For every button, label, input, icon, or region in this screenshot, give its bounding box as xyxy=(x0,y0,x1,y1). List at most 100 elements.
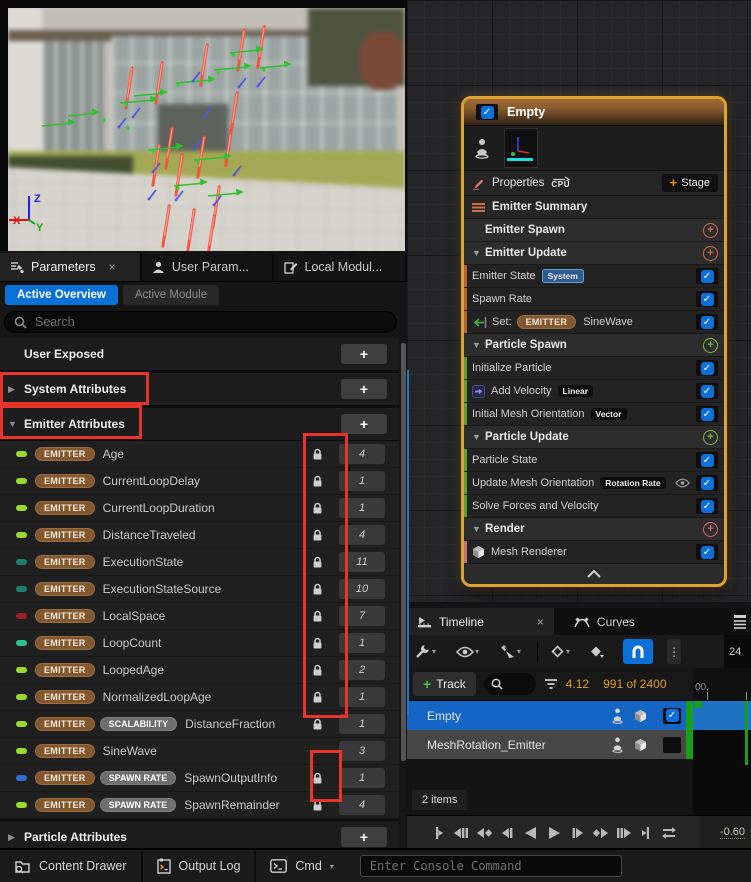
output-log-button[interactable]: Output Log xyxy=(143,850,255,882)
module-row-set-[interactable]: Set: EMITTERSineWave✓ xyxy=(464,311,724,334)
module-enabled-checkbox[interactable]: ✓ xyxy=(696,291,718,307)
parameter-row-localspace[interactable]: EMITTERLocalSpace7 xyxy=(0,603,399,630)
stage-group-emitter-spawn[interactable]: Emitter Spawn+ xyxy=(464,219,724,242)
expander-icon[interactable]: ▼ xyxy=(472,248,485,258)
search-input[interactable]: Search xyxy=(4,311,397,333)
close-icon[interactable]: × xyxy=(537,615,544,629)
timeline-lanes[interactable] xyxy=(693,701,751,815)
module-enabled-checkbox[interactable]: ✓ xyxy=(696,314,718,330)
parameter-row-distancetraveled[interactable]: EMITTERDistanceTraveled4 xyxy=(0,522,399,549)
track-enabled-checkbox[interactable] xyxy=(663,737,681,753)
add-module-button[interactable]: + xyxy=(703,522,718,537)
add-parameter-button[interactable]: + xyxy=(341,344,387,364)
expander-icon[interactable]: ▼ xyxy=(472,340,485,350)
transport-to-start-button[interactable] xyxy=(430,826,448,840)
parameter-row-age[interactable]: EMITTERAge4 xyxy=(0,441,399,468)
add-module-button[interactable]: + xyxy=(703,338,718,353)
module-row-add-velocity[interactable]: Add VelocityLinear✓ xyxy=(464,380,724,403)
toolbar-more-button[interactable]: ⋮ xyxy=(667,639,681,664)
preview-viewport[interactable]: Z X Y xyxy=(8,8,405,251)
toolbar-autokey-button[interactable] xyxy=(588,644,605,659)
add-parameter-button[interactable]: + xyxy=(341,414,387,434)
playhead-marker[interactable] xyxy=(695,701,702,708)
transport-frame-back-double-button[interactable] xyxy=(453,826,471,840)
module-enabled-checkbox[interactable]: ✓ xyxy=(696,452,718,468)
parameter-row-loopedage[interactable]: EMITTERLoopedAge2 xyxy=(0,657,399,684)
parameter-row-spawnremainder[interactable]: EMITTERSPAWN RATESpawnRemainder4 xyxy=(0,792,399,819)
tab-parameters[interactable]: Parameters × xyxy=(0,253,142,281)
expander-icon[interactable]: ▼ xyxy=(472,524,485,534)
content-drawer-button[interactable]: Content Drawer xyxy=(0,850,141,882)
module-row-initial-mesh-orientation[interactable]: Initial Mesh OrientationVector✓ xyxy=(464,403,724,426)
parameter-row-executionstatesource[interactable]: EMITTERExecutionStateSource10 xyxy=(0,576,399,603)
snap-toggle-button[interactable] xyxy=(623,639,653,664)
add-track-button[interactable]: + Track xyxy=(413,672,476,696)
active-overview-button[interactable]: Active Overview xyxy=(5,285,118,305)
stage-group-particle-update[interactable]: ▼Particle Update+ xyxy=(464,426,724,449)
stage-group-render[interactable]: ▼Render+ xyxy=(464,518,724,541)
transport-loop-button[interactable] xyxy=(660,826,678,840)
module-enabled-checkbox[interactable]: ✓ xyxy=(696,360,718,376)
track-row-meshrotation_emitter[interactable]: MeshRotation_Emitter xyxy=(407,730,693,759)
module-row-update-mesh-orientation[interactable]: Update Mesh OrientationRotation Rate✓ xyxy=(464,472,724,495)
toolbar-playback-options-button[interactable]: ▾ xyxy=(499,644,521,659)
module-enabled-checkbox[interactable]: ✓ xyxy=(696,498,718,514)
emitter-enabled-checkbox[interactable]: ✓ xyxy=(476,104,498,120)
parameter-row-distancefraction[interactable]: EMITTERSCALABILITYDistanceFraction1 xyxy=(0,711,399,738)
emitter-node-empty[interactable]: ✓ Empty Properties xyxy=(461,96,727,587)
module-enabled-checkbox[interactable]: ✓ xyxy=(696,268,718,284)
node-collapse-button[interactable] xyxy=(464,564,724,584)
expander-icon[interactable]: ▶ xyxy=(8,832,21,843)
module-enabled-checkbox[interactable]: ✓ xyxy=(696,544,718,560)
close-icon[interactable]: × xyxy=(109,260,116,274)
add-module-button[interactable]: + xyxy=(703,430,718,445)
transport-play-reverse-button[interactable] xyxy=(522,826,540,840)
current-time-display[interactable]: 4.12 xyxy=(566,677,589,691)
add-parameter-button[interactable]: + xyxy=(341,827,387,847)
properties-row[interactable]: Properties CPU + Stage xyxy=(464,171,724,196)
stage-group-emitter-update[interactable]: ▼Emitter Update+ xyxy=(464,242,724,265)
toolbar-keyframe-options-button[interactable]: ▾ xyxy=(550,644,570,659)
frame-counter[interactable]: 991 of 2400 xyxy=(603,677,666,691)
expander-icon[interactable]: ▼ xyxy=(472,432,485,442)
parameter-row-currentloopduration[interactable]: EMITTERCurrentLoopDuration1 xyxy=(0,495,399,522)
emitter-node-header[interactable]: ✓ Empty xyxy=(464,99,724,126)
filter-icon[interactable] xyxy=(544,678,558,690)
section-header-emitter-attributes[interactable]: ▼Emitter Attributes+ xyxy=(0,406,399,441)
scrollbar-thumb[interactable] xyxy=(401,343,406,761)
toolbar-options-button[interactable]: ▾ xyxy=(415,644,436,659)
stage-group-particle-spawn[interactable]: ▼Particle Spawn+ xyxy=(464,334,724,357)
parameter-row-sinewave[interactable]: EMITTERSineWave3 xyxy=(0,738,399,765)
parameter-row-spawnoutputinfo[interactable]: EMITTERSPAWN RATESpawnOutputInfo1 xyxy=(0,765,399,792)
parameter-row-currentloopdelay[interactable]: EMITTERCurrentLoopDelay1 xyxy=(0,468,399,495)
timeline-ruler[interactable]: 00, xyxy=(693,668,751,702)
add-parameter-button[interactable]: + xyxy=(341,379,387,399)
add-module-button[interactable]: + xyxy=(703,246,718,261)
add-module-button[interactable]: + xyxy=(703,223,718,238)
transport-frame-back-button[interactable] xyxy=(499,826,517,840)
transport-to-end-button[interactable] xyxy=(637,826,655,840)
module-enabled-checkbox[interactable]: ✓ xyxy=(696,475,718,491)
tab-timeline[interactable]: Timeline × xyxy=(407,608,554,635)
parameter-row-loopcount[interactable]: EMITTERLoopCount1 xyxy=(0,630,399,657)
section-header-user-exposed[interactable]: User Exposed+ xyxy=(0,338,399,371)
track-enabled-checkbox[interactable]: ✓ xyxy=(663,708,681,724)
time-spinbox[interactable]: -0.60 xyxy=(700,815,751,848)
parameter-row-normalizedloopage[interactable]: EMITTERNormalizedLoopAge1 xyxy=(0,684,399,711)
transport-prev-key-button[interactable] xyxy=(476,826,494,840)
module-row-particle-state[interactable]: Particle State✓ xyxy=(464,449,724,472)
toolbar-view-button[interactable]: ▾ xyxy=(456,646,479,658)
module-enabled-checkbox[interactable]: ✓ xyxy=(696,383,718,399)
system-overview-graph[interactable]: ✓ Empty Properties xyxy=(405,0,751,602)
section-header-system-attributes[interactable]: ▶System Attributes+ xyxy=(0,371,399,406)
add-stage-button[interactable]: + Stage xyxy=(662,174,718,192)
fps-label[interactable]: 24 xyxy=(729,646,741,658)
module-row-mesh-renderer[interactable]: Mesh Renderer✓ xyxy=(464,541,724,564)
track-row-empty[interactable]: Empty✓ xyxy=(407,701,693,730)
range-end-marker[interactable] xyxy=(745,701,748,765)
tab-curves[interactable]: Curves xyxy=(564,608,645,635)
details-list-icon[interactable] xyxy=(733,615,747,629)
module-row-spawn-rate[interactable]: Spawn Rate✓ xyxy=(464,288,724,311)
expander-icon[interactable]: ▶ xyxy=(8,384,21,395)
transport-play-button[interactable] xyxy=(545,826,563,840)
